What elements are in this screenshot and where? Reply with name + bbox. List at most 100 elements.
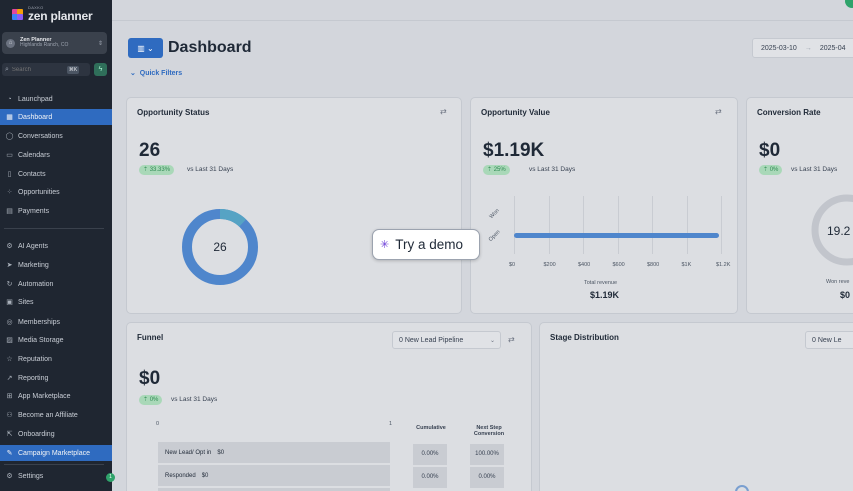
sidebar-item-label: AI Agents — [18, 242, 48, 250]
sidebar-item-ai-agents[interactable]: ⚙ AI Agents — [0, 238, 112, 254]
funnel-row: New Lead/ Opt in $0 — [158, 442, 390, 463]
chevron-down-icon: ⌄ — [489, 337, 495, 344]
sidebar-item-label: Reporting — [18, 374, 49, 382]
grid-line — [652, 196, 653, 254]
sidebar-divider — [4, 228, 104, 229]
date-end: 2025-04 — [819, 44, 846, 52]
y-label-open: Open — [487, 229, 502, 243]
stage-name: Responded — [165, 472, 196, 479]
swap-icon[interactable]: ⇄ — [508, 335, 515, 344]
won-revenue-value: $0 — [840, 290, 851, 300]
sidebar-item-app-marketplace[interactable]: ⊞ App Marketplace — [0, 388, 112, 404]
change-value: 0% — [769, 167, 779, 173]
onboarding-icon: ⇱ — [6, 431, 13, 438]
change-badge: ⇡ 33.33% — [139, 165, 175, 175]
try-demo-button[interactable]: ✳ Try a demo — [372, 229, 480, 260]
swap-icon[interactable]: ⇄ — [440, 107, 447, 116]
swap-icon[interactable]: ⇄ — [715, 107, 722, 116]
grid-line — [686, 196, 688, 254]
location-switcher[interactable]: ⌂ Zen Planner Highlands Ranch, CO ⇕ — [2, 32, 107, 54]
sidebar-item-label: Marketing — [18, 261, 49, 269]
sidebar-item-label: Launchpad — [18, 95, 53, 103]
sidebar-item-label: Onboarding — [18, 430, 55, 438]
quick-filters-toggle[interactable]: ⌄ Quick Filters — [130, 69, 182, 77]
stage-value: $0 — [217, 449, 225, 456]
opportunity-value-card: Opportunity Value ⇄ $1.19K ⇡ 25% vs Last… — [470, 97, 738, 314]
sidebar-item-campaign-marketplace[interactable]: ✎ Campaign Marketplace — [0, 445, 112, 461]
next-step-cell: 100.00% — [470, 444, 504, 465]
sidebar-item-payments[interactable]: ▤ Payments — [0, 203, 112, 219]
sidebar-item-affiliate[interactable]: ⚇ Become an Affiliate — [0, 407, 112, 423]
sidebar-item-marketing[interactable]: ➤ Marketing — [0, 257, 112, 273]
sidebar-item-launchpad[interactable]: ◔ Launchpad — [0, 91, 112, 107]
chart-icon: ↗ — [6, 375, 13, 382]
sidebar-item-onboarding[interactable]: ⇱ Onboarding — [0, 426, 112, 442]
sidebar-item-dashboard[interactable]: ▦ Dashboard — [0, 109, 112, 125]
dashboard-switcher-button[interactable]: ▥ ⌄ — [128, 38, 163, 58]
pipeline-select[interactable]: 0 New Le — [805, 331, 853, 349]
search-box[interactable]: ⌕ ⌘K — [2, 63, 90, 76]
axis-end-label: 1 — [389, 421, 393, 427]
sidebar-item-contacts[interactable]: ▯ Contacts — [0, 166, 112, 182]
quick-action-bolt-icon[interactable]: ϟ — [94, 63, 107, 76]
try-demo-label: Try a demo — [395, 237, 463, 252]
sidebar-item-label: Payments — [18, 207, 50, 215]
card-title: Stage Distribution — [550, 333, 619, 342]
sidebar-item-reporting[interactable]: ↗ Reporting — [0, 370, 112, 386]
x-tick-label: $1K — [681, 262, 692, 268]
sidebar-item-sites[interactable]: ▣ Sites — [0, 294, 112, 310]
opportunities-icon: ⁘ — [6, 189, 13, 196]
total-revenue-value: $1.19K — [590, 290, 620, 300]
affiliate-icon: ⚇ — [6, 412, 13, 419]
sidebar-item-conversations[interactable]: ◯ Conversations — [0, 128, 112, 144]
top-bar — [112, 0, 853, 21]
sidebar-item-settings[interactable]: ⚙ Settings — [0, 468, 112, 484]
sidebar-item-label: Reputation — [18, 355, 52, 363]
sidebar-item-media-storage[interactable]: ▨ Media Storage — [0, 332, 112, 348]
sidebar-item-label: Calendars — [18, 151, 50, 159]
location-sub: Highlands Ranch, CO — [20, 42, 69, 49]
loading-spinner-icon — [735, 485, 749, 491]
stage-name: New Lead/ Opt in — [165, 449, 212, 456]
opportunity-value-value: $1.19K — [483, 140, 545, 161]
column-cumulative: Cumulative — [416, 425, 446, 431]
sidebar-divider — [4, 464, 104, 465]
user-avatar[interactable] — [845, 0, 853, 8]
sidebar-item-automation[interactable]: ↻ Automation — [0, 276, 112, 292]
change-badge: ⇡ 0% — [759, 165, 783, 175]
bar-open — [514, 233, 720, 238]
pipeline-selected: 0 New Lead Pipeline — [399, 336, 464, 344]
sidebar-item-label: Sites — [18, 298, 34, 306]
gear-icon: ⚙ — [6, 473, 13, 480]
pipeline-select[interactable]: 0 New Lead Pipeline ⌄ — [392, 331, 501, 349]
x-tick-label: $0 — [509, 262, 516, 268]
payments-icon: ▤ — [6, 208, 13, 215]
quick-filters-label: Quick Filters — [139, 70, 183, 77]
search-input[interactable] — [11, 66, 67, 73]
dashboard-icon: ▦ — [6, 114, 13, 121]
date-range-picker[interactable]: 2025-03-10 → 2025-04 — [752, 38, 853, 58]
card-title: Opportunity Status — [137, 108, 210, 117]
cumulative-cell: 0.00% — [413, 444, 447, 465]
sidebar-item-reputation[interactable]: ☆ Reputation — [0, 351, 112, 367]
pipeline-selected: 0 New Le — [812, 336, 842, 344]
apps-icon: ⊞ — [6, 393, 13, 400]
sidebar-item-opportunities[interactable]: ⁘ Opportunities — [0, 184, 112, 200]
card-title: Opportunity Value — [481, 108, 550, 117]
funnel-value: $0 — [139, 368, 161, 389]
calendar-icon: ▭ — [6, 152, 13, 159]
notification-badge[interactable]: 1 — [106, 473, 115, 482]
total-revenue-label: Total revenue — [584, 280, 618, 286]
x-tick-label: $600 — [612, 262, 625, 268]
zen-planner-logo-icon — [12, 8, 23, 20]
sidebar-item-memberships[interactable]: ◎ Memberships — [0, 314, 112, 330]
sidebar-item-label: Conversations — [18, 132, 63, 140]
sidebar-item-label: Become an Affiliate — [18, 411, 78, 419]
sidebar-item-label: App Marketplace — [18, 392, 71, 400]
sidebar-item-calendars[interactable]: ▭ Calendars — [0, 147, 112, 163]
search-shortcut: ⌘K — [66, 65, 80, 74]
logo[interactable]: DAXKO zen planner — [12, 5, 93, 23]
logo-main-text: zen planner — [28, 9, 93, 23]
sidebar-item-label: Contacts — [18, 170, 46, 178]
sidebar-item-label: Media Storage — [18, 336, 64, 344]
